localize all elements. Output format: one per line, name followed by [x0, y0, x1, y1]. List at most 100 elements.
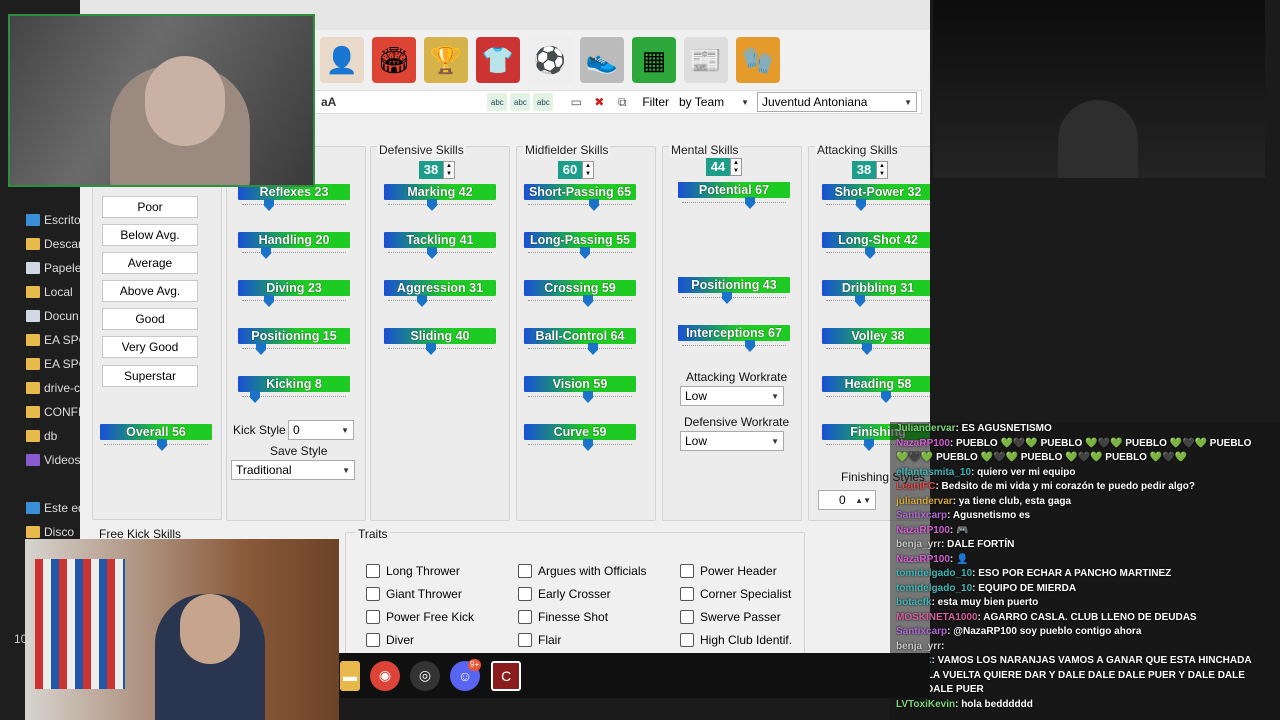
slider-track[interactable] — [528, 300, 632, 301]
slider-thumb-icon[interactable] — [417, 295, 427, 307]
skill-slider[interactable]: Short-Passing 65 — [524, 184, 636, 216]
skill-slider[interactable]: Kicking 8 — [238, 376, 350, 408]
explorer-item[interactable]: drive-c — [26, 378, 80, 398]
skill-slider[interactable]: Positioning 43 — [678, 277, 790, 309]
checkbox-icon[interactable] — [366, 587, 380, 601]
checkbox-icon[interactable] — [366, 610, 380, 624]
slider-track[interactable] — [242, 204, 346, 205]
slider-track[interactable] — [826, 396, 930, 397]
slider-thumb-icon[interactable] — [864, 439, 874, 451]
slider-thumb-icon[interactable] — [588, 343, 598, 355]
team-select[interactable]: Juventud Antoniana ▼ — [757, 92, 917, 112]
checkbox-icon[interactable] — [680, 610, 694, 624]
player-icon[interactable]: 👤 — [320, 37, 364, 83]
rating-button[interactable]: Poor — [102, 196, 198, 218]
slider-thumb-icon[interactable] — [250, 391, 260, 403]
explorer-item[interactable]: Este eq — [26, 498, 85, 518]
rating-button[interactable]: Below Avg. — [102, 224, 198, 246]
checkbox-icon[interactable] — [518, 564, 532, 578]
mental-skills-spinner[interactable]: 44 ▲ ▼ — [706, 157, 742, 177]
checkbox-icon[interactable] — [680, 633, 694, 647]
defensive-skills-value[interactable]: 38 — [419, 161, 443, 179]
explorer-item[interactable]: Escrito — [26, 210, 81, 230]
stadium-icon[interactable]: 🏟 — [372, 37, 416, 83]
slider-thumb-icon[interactable] — [745, 197, 755, 209]
skill-slider[interactable]: Vision 59 — [524, 376, 636, 408]
trait-checkbox[interactable]: Long Thrower — [366, 564, 460, 578]
rating-button[interactable]: Good — [102, 308, 198, 330]
slider-thumb-icon[interactable] — [745, 340, 755, 352]
midfielder-skills-spinner[interactable]: 60 ▲ ▼ — [558, 160, 594, 180]
skill-slider[interactable]: Dribbling 31 — [822, 280, 930, 312]
slider-track[interactable] — [528, 396, 632, 397]
skill-slider[interactable]: Marking 42 — [384, 184, 496, 216]
explorer-item[interactable]: Descar — [26, 234, 82, 254]
slider-thumb-icon[interactable] — [855, 295, 865, 307]
slider-track[interactable] — [104, 444, 208, 445]
ball-icon[interactable]: ⚽ — [528, 37, 572, 83]
slider-thumb-icon[interactable] — [256, 343, 266, 355]
finishing-styles-spinner[interactable]: 0 ▲▼ — [818, 490, 876, 510]
rating-button[interactable]: Superstar — [102, 365, 198, 387]
skill-slider[interactable]: Aggression 31 — [384, 280, 496, 312]
abc-filter-3-icon[interactable]: abc — [533, 93, 554, 111]
save-style-select[interactable]: Traditional ▼ — [231, 460, 355, 480]
trophy-icon[interactable]: 🏆 — [424, 37, 468, 83]
chrome-icon[interactable]: ◉ — [370, 660, 400, 691]
slider-thumb-icon[interactable] — [583, 391, 593, 403]
slider-thumb-icon[interactable] — [427, 247, 437, 259]
attacking-skills-spinner[interactable]: 38 ▲ ▼ — [852, 160, 888, 180]
skill-slider[interactable]: Interceptions 67 — [678, 325, 790, 357]
midfielder-skills-value[interactable]: 60 — [558, 161, 582, 179]
skill-slider[interactable]: Long-Passing 55 — [524, 232, 636, 264]
slider-thumb-icon[interactable] — [426, 343, 436, 355]
skill-slider[interactable]: Overall 56 — [100, 424, 212, 456]
spin-arrows-icon[interactable]: ▲ ▼ — [443, 161, 455, 179]
slider-thumb-icon[interactable] — [722, 292, 732, 304]
rating-button[interactable]: Average — [102, 252, 198, 274]
skill-slider[interactable]: Long-Shot 42 — [822, 232, 930, 264]
slider-track[interactable] — [388, 204, 492, 205]
slider-thumb-icon[interactable] — [580, 247, 590, 259]
slider-track[interactable] — [826, 300, 930, 301]
pitch-icon[interactable]: ▦ — [632, 37, 676, 83]
trait-checkbox[interactable]: Power Free Kick — [366, 610, 474, 624]
slider-track[interactable] — [242, 252, 346, 253]
slider-track[interactable] — [826, 252, 930, 253]
trait-checkbox[interactable]: Early Crosser — [518, 587, 611, 601]
slider-track[interactable] — [388, 348, 492, 349]
explorer-item[interactable]: CONFI — [26, 402, 81, 422]
trait-checkbox[interactable]: Power Header — [680, 564, 777, 578]
trait-checkbox[interactable]: Finesse Shot — [518, 610, 608, 624]
checkbox-icon[interactable] — [366, 633, 380, 647]
checkbox-icon[interactable] — [680, 587, 694, 601]
attacking-workrate-select[interactable]: Low ▼ — [680, 386, 784, 406]
slider-thumb-icon[interactable] — [862, 343, 872, 355]
filter-mode-select[interactable]: by Team ▼ — [675, 92, 753, 112]
mental-skills-value[interactable]: 44 — [706, 158, 730, 176]
slider-track[interactable] — [682, 202, 786, 203]
aa-button[interactable]: aA — [313, 95, 343, 109]
kits-icon[interactable]: 👕 — [476, 37, 520, 83]
trait-checkbox[interactable]: High Club Identif. — [680, 633, 792, 647]
slider-thumb-icon[interactable] — [583, 439, 593, 451]
checkbox-icon[interactable] — [680, 564, 694, 578]
skill-slider[interactable]: Ball-Control 64 — [524, 328, 636, 360]
explorer-item[interactable]: Videos — [26, 450, 80, 470]
copy-icon[interactable]: ⧉ — [612, 93, 633, 111]
slider-thumb-icon[interactable] — [856, 199, 866, 211]
slider-track[interactable] — [826, 348, 930, 349]
rating-button[interactable]: Very Good — [102, 336, 198, 358]
skill-slider[interactable]: Crossing 59 — [524, 280, 636, 312]
defensive-workrate-select[interactable]: Low ▼ — [680, 431, 784, 451]
slider-track[interactable] — [528, 204, 632, 205]
skill-slider[interactable]: Reflexes 23 — [238, 184, 350, 216]
slider-thumb-icon[interactable] — [583, 295, 593, 307]
slider-track[interactable] — [388, 300, 492, 301]
skill-slider[interactable]: Curve 59 — [524, 424, 636, 456]
skill-slider[interactable]: Shot-Power 32 — [822, 184, 930, 216]
skill-slider[interactable]: Tackling 41 — [384, 232, 496, 264]
newspaper-icon[interactable]: 📰 — [684, 37, 728, 83]
rating-button[interactable]: Above Avg. — [102, 280, 198, 302]
slider-thumb-icon[interactable] — [264, 295, 274, 307]
